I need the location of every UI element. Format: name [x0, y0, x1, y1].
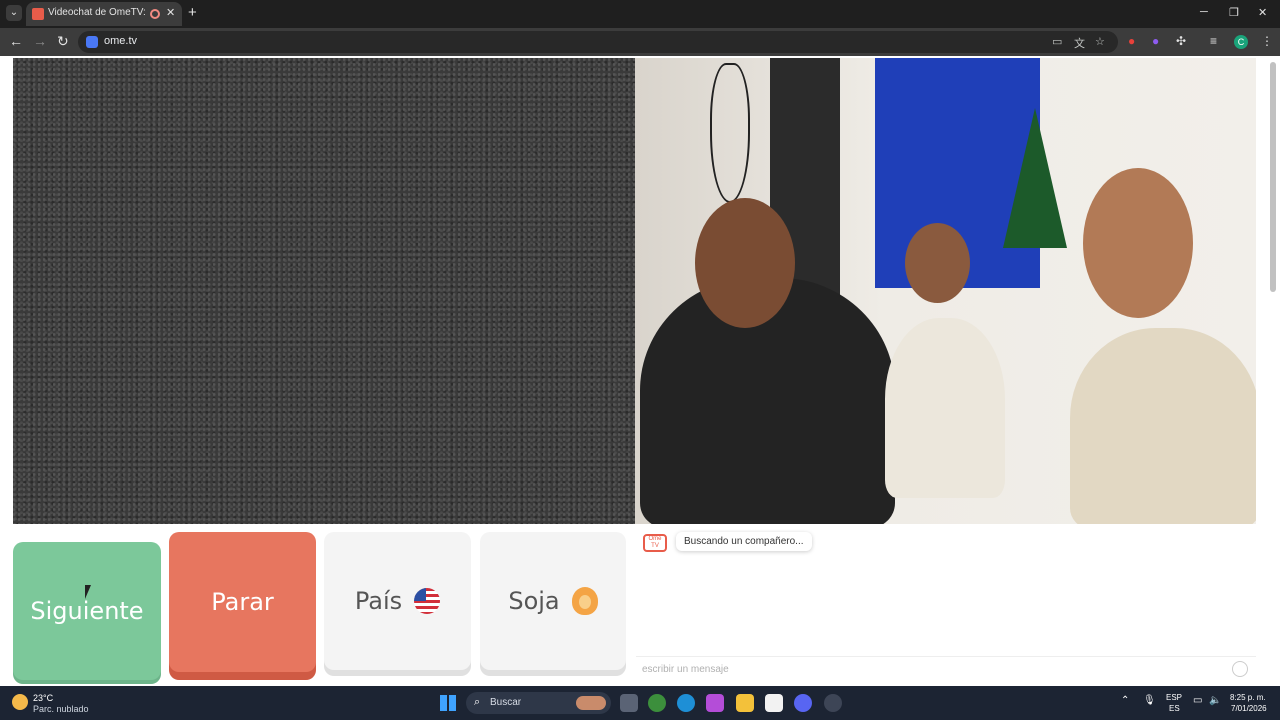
stop-button-label: Parar [211, 588, 274, 616]
country-button[interactable]: País [324, 532, 471, 670]
puzzle-icon[interactable]: ✣ [1176, 34, 1186, 48]
tray-overflow-icon[interactable]: ⌃ [1121, 695, 1129, 706]
file-explorer-icon[interactable] [736, 694, 754, 712]
video-person-right [1070, 328, 1256, 524]
weather-icon[interactable] [12, 694, 28, 710]
tab-title: Videochat de OmeTV: uno [48, 7, 146, 18]
chat-panel: Ome TV Buscando un compañero... [636, 526, 1256, 682]
minimize-button[interactable]: ─ [1200, 6, 1208, 18]
page-scrollbar[interactable] [1270, 62, 1276, 292]
chat-status-message: Buscando un compañero... [676, 532, 812, 551]
url-text: ome.tv [104, 35, 138, 47]
ometv-logo-icon: Ome TV [643, 534, 667, 552]
network-icon[interactable]: ▭ [1193, 695, 1202, 706]
tab-strip: ⌄ Videochat de OmeTV: uno ✕ + ─ ❐ ✕ [0, 0, 1280, 28]
video-christmas-tree [1003, 108, 1067, 248]
microphone-icon[interactable]: 🎙 [1143, 695, 1156, 706]
local-webcam-video [635, 58, 1256, 524]
tab-close-icon[interactable]: ✕ [166, 6, 175, 19]
copilot-icon[interactable] [706, 694, 724, 712]
remote-video-noise [13, 58, 635, 524]
country-button-label: País [354, 587, 403, 615]
task-view-icon[interactable] [620, 694, 638, 712]
store-icon[interactable] [765, 694, 783, 712]
windows-taskbar: 23°C Parc. nublado ⌕ Buscar ⌃ 🎙 ESP ES ▭… [0, 686, 1280, 720]
language-secondary[interactable]: ES [1169, 704, 1180, 713]
next-button[interactable]: Siguiente [13, 542, 161, 680]
edge-icon[interactable] [677, 694, 695, 712]
search-highlight-icon [576, 696, 606, 710]
restore-button[interactable]: ❐ [1229, 6, 1239, 19]
extension-red-icon[interactable]: ● [1128, 34, 1135, 48]
weather-description: Parc. nublado [33, 704, 89, 714]
ometv-favicon-icon [32, 8, 44, 20]
clock-date[interactable]: 7/01/2026 [1231, 704, 1267, 713]
address-bar[interactable]: ome.tv ▭ 文 ☆ [78, 31, 1118, 53]
recording-indicator-icon [150, 9, 160, 19]
video-person-middle-head [905, 223, 970, 303]
us-flag-icon [414, 588, 441, 614]
video-person-middle [885, 318, 1005, 498]
woman-emoji-icon [571, 587, 598, 615]
menu-icon[interactable]: ⋮ [1261, 34, 1273, 48]
extension-purple-icon[interactable]: ● [1152, 34, 1159, 48]
back-button[interactable]: ← [9, 33, 23, 49]
windows-start-icon[interactable] [440, 695, 456, 711]
media-icon[interactable]: ≡ [1210, 34, 1217, 48]
chat-message-input[interactable] [642, 661, 1222, 677]
cast-icon[interactable]: ▭ [1052, 35, 1062, 48]
search-label: Buscar [490, 697, 522, 708]
video-person-right-head [1083, 168, 1193, 318]
profile-avatar[interactable]: C [1234, 35, 1248, 49]
discord-icon[interactable] [794, 694, 812, 712]
next-button-label: Siguiente [30, 597, 144, 625]
star-icon[interactable]: ☆ [1095, 35, 1105, 48]
clock-time[interactable]: 8:25 p. m. [1230, 693, 1266, 702]
volume-icon[interactable]: 🔈 [1209, 695, 1221, 706]
video-wolf-art [710, 63, 750, 203]
emoji-icon[interactable] [1232, 661, 1248, 677]
forward-button[interactable]: → [33, 33, 47, 49]
search-icon: ⌕ [474, 696, 481, 708]
browser-tab[interactable]: Videochat de OmeTV: uno ✕ [26, 2, 182, 26]
ometv-page: Siguiente Parar País Soja Ome TV Buscand… [0, 56, 1280, 686]
browser-toolbar: ← → ↻ ome.tv ▭ 文 ☆ ● ● ✣ ≡ C ⋮ [0, 28, 1280, 56]
new-tab-button[interactable]: + [188, 4, 197, 21]
gender-button-label: Soja [508, 587, 560, 615]
chrome-icon[interactable] [648, 694, 666, 712]
reload-button[interactable]: ↻ [57, 33, 69, 50]
mouse-cursor-icon [85, 585, 91, 599]
chat-input-bar [636, 656, 1256, 680]
video-person-left-head [695, 198, 795, 328]
language-primary[interactable]: ESP [1166, 693, 1182, 702]
site-info-icon[interactable] [86, 36, 98, 48]
weather-temperature: 23°C [33, 693, 54, 703]
tab-search-button[interactable]: ⌄ [6, 5, 22, 21]
app-icon[interactable] [824, 694, 842, 712]
stop-button[interactable]: Parar [169, 532, 316, 672]
taskbar-search[interactable]: ⌕ Buscar [466, 692, 611, 714]
gender-button[interactable]: Soja [480, 532, 626, 670]
window-close-button[interactable]: ✕ [1258, 6, 1267, 19]
translate-icon[interactable]: 文 [1074, 35, 1085, 51]
